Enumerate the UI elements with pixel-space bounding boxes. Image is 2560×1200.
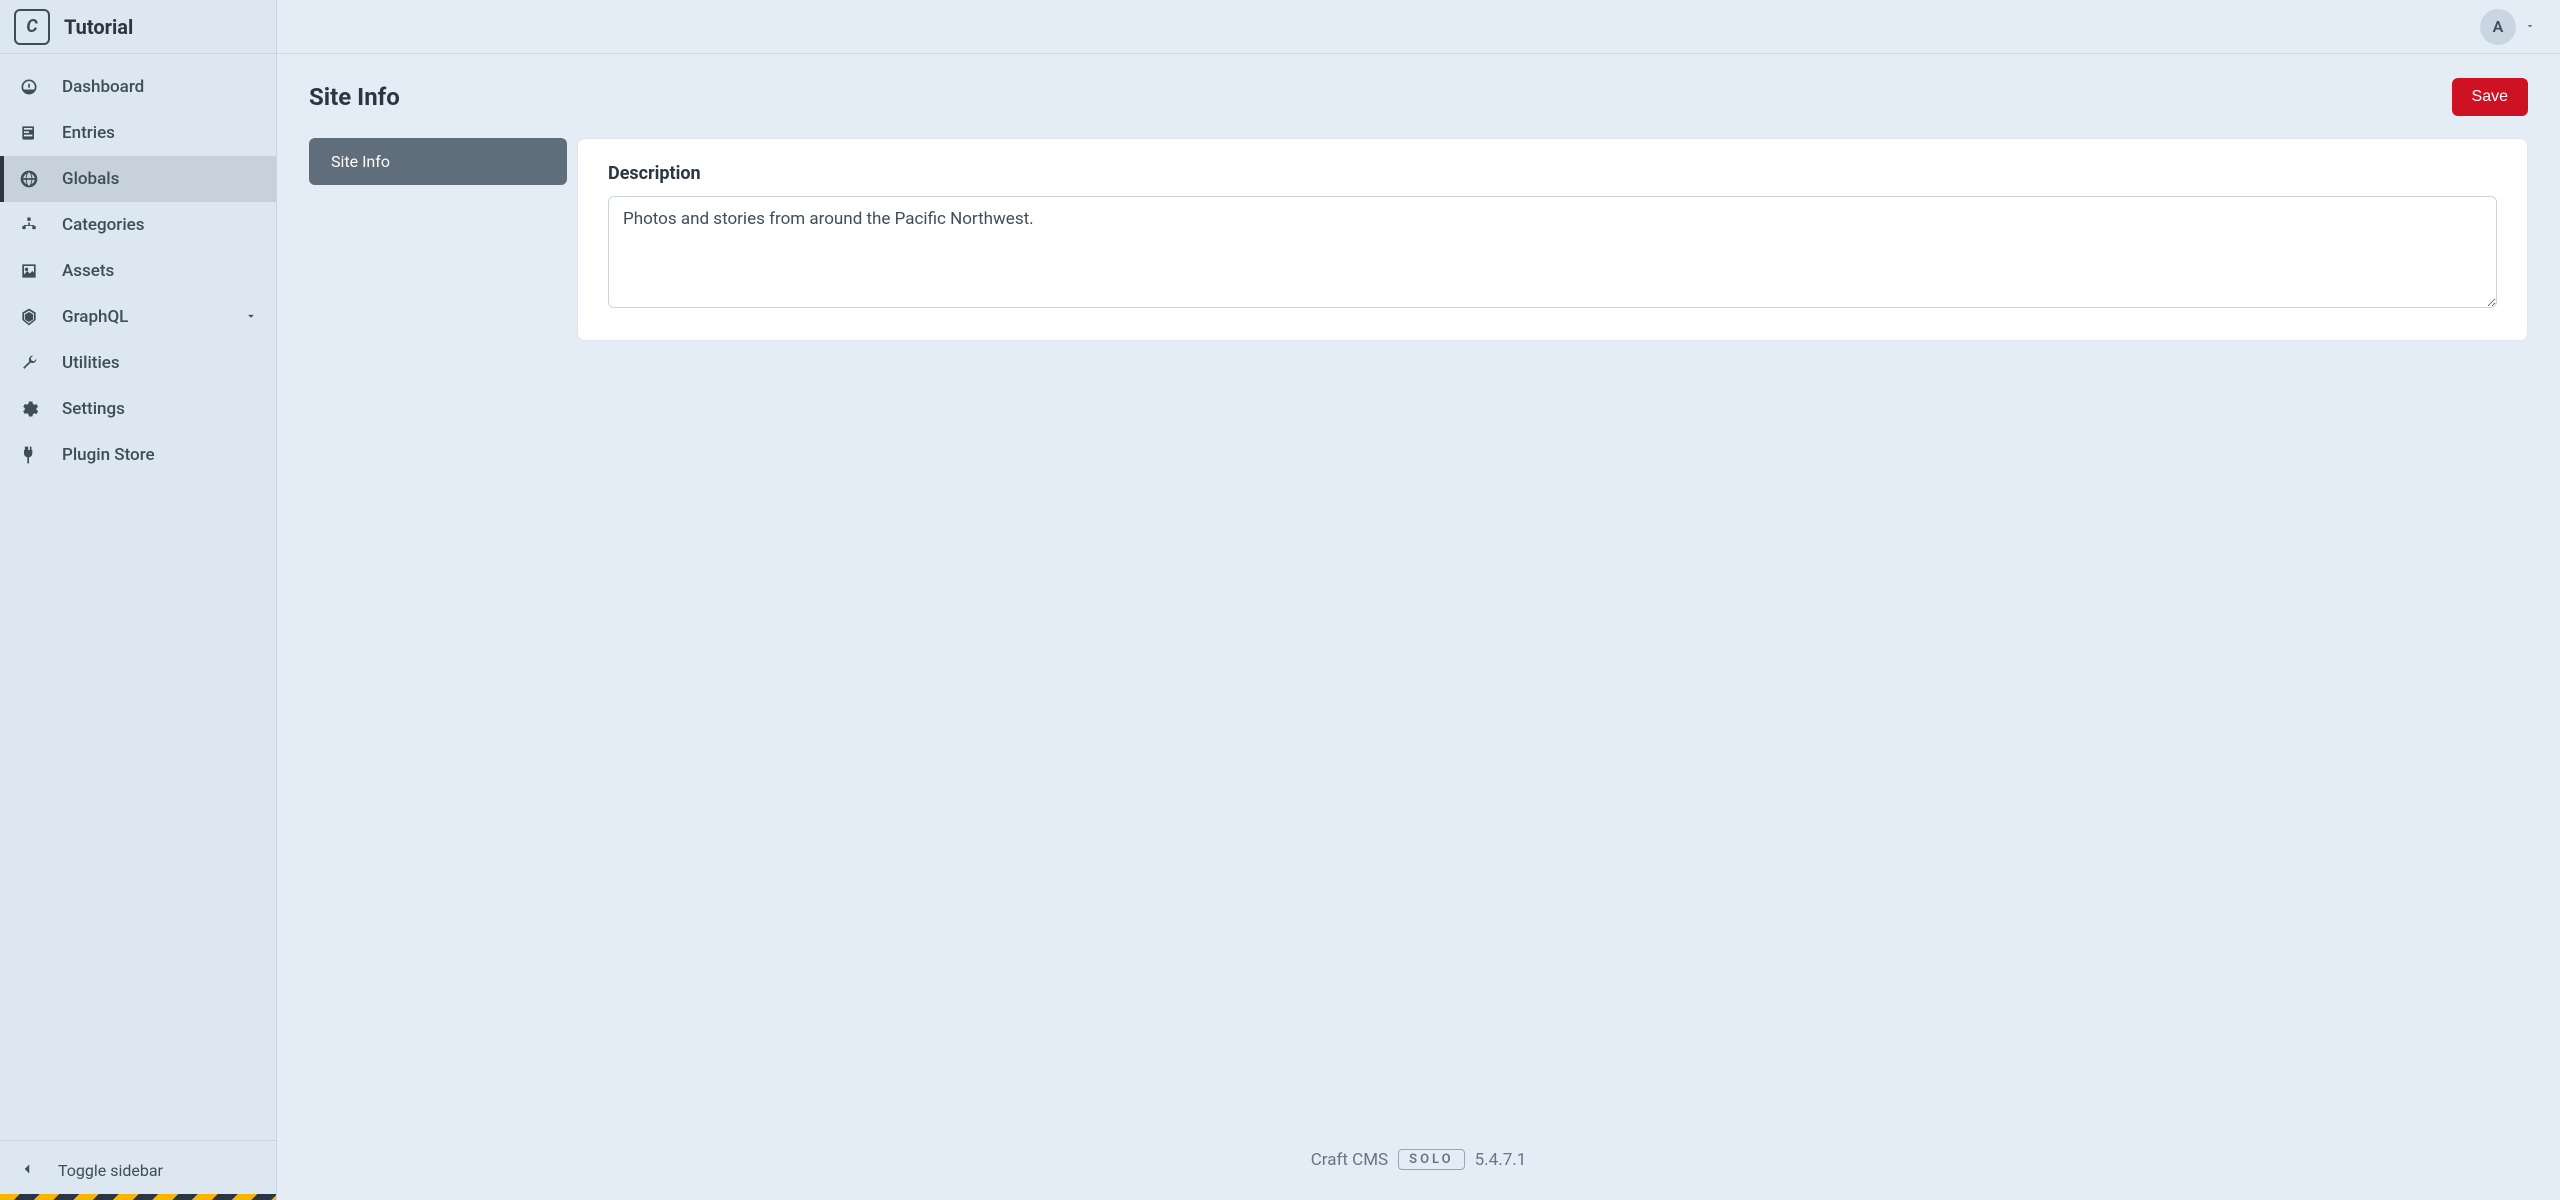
avatar: A: [2480, 9, 2516, 45]
edition-badge: SOLO: [1398, 1149, 1464, 1170]
globe-icon: [18, 169, 40, 189]
toggle-sidebar-label: Toggle sidebar: [58, 1161, 163, 1180]
page-header: Site Info Save: [309, 78, 2528, 116]
description-input[interactable]: [608, 196, 2497, 308]
toggle-sidebar-button[interactable]: Toggle sidebar: [0, 1140, 276, 1200]
nav-item-entries[interactable]: Entries: [0, 110, 276, 156]
primary-nav: Dashboard Entries Globals Categories: [0, 54, 276, 1140]
sidebar: C Tutorial Dashboard Entries Globals: [0, 0, 277, 1200]
plug-icon: [18, 445, 40, 465]
version: 5.4.7.1: [1475, 1150, 1527, 1170]
wrench-icon: [18, 353, 40, 373]
nav-item-assets[interactable]: Assets: [0, 248, 276, 294]
sidebar-header[interactable]: C Tutorial: [0, 0, 276, 54]
product-name: Craft CMS: [1311, 1150, 1388, 1170]
nav-label: GraphQL: [62, 307, 128, 327]
gear-icon: [18, 399, 40, 419]
newspaper-icon: [18, 123, 40, 143]
sitemap-icon: [18, 215, 40, 235]
dev-mode-stripe: [0, 1194, 276, 1200]
content: Site Info Save Site Info Description Cra…: [277, 54, 2560, 1200]
page-title: Site Info: [309, 83, 400, 111]
graphql-icon: [18, 307, 40, 327]
edit-card: Description: [577, 138, 2528, 341]
description-label: Description: [608, 163, 2497, 184]
save-button[interactable]: Save: [2452, 78, 2528, 116]
nav-label: Globals: [62, 169, 119, 189]
footer: Craft CMS SOLO 5.4.7.1: [309, 1129, 2528, 1180]
gauge-icon: [18, 77, 40, 97]
chevron-down-icon: [2524, 17, 2536, 36]
nav-item-graphql[interactable]: GraphQL: [0, 294, 276, 340]
nav-item-dashboard[interactable]: Dashboard: [0, 64, 276, 110]
nav-label: Settings: [62, 399, 125, 419]
user-menu-button[interactable]: A: [2480, 9, 2536, 45]
nav-item-categories[interactable]: Categories: [0, 202, 276, 248]
nav-label: Plugin Store: [62, 445, 155, 465]
image-icon: [18, 261, 40, 281]
nav-item-globals[interactable]: Globals: [0, 156, 276, 202]
workspace: Site Info Description: [309, 138, 2528, 341]
nav-item-settings[interactable]: Settings: [0, 386, 276, 432]
chevron-down-icon: [244, 308, 258, 327]
brand-badge: C: [14, 9, 50, 45]
nav-item-utilities[interactable]: Utilities: [0, 340, 276, 386]
topbar: A: [277, 0, 2560, 54]
source-item-site-info[interactable]: Site Info: [309, 142, 567, 181]
brand-title: Tutorial: [64, 15, 133, 39]
source-panel: Site Info: [309, 138, 567, 185]
nav-label: Entries: [62, 123, 115, 143]
chevron-left-icon: [18, 1160, 36, 1182]
nav-label: Assets: [62, 261, 114, 281]
nav-label: Categories: [62, 215, 145, 235]
nav-label: Utilities: [62, 353, 120, 373]
nav-item-plugin-store[interactable]: Plugin Store: [0, 432, 276, 478]
nav-label: Dashboard: [62, 77, 144, 97]
main: A Site Info Save Site Info Description: [277, 0, 2560, 1200]
